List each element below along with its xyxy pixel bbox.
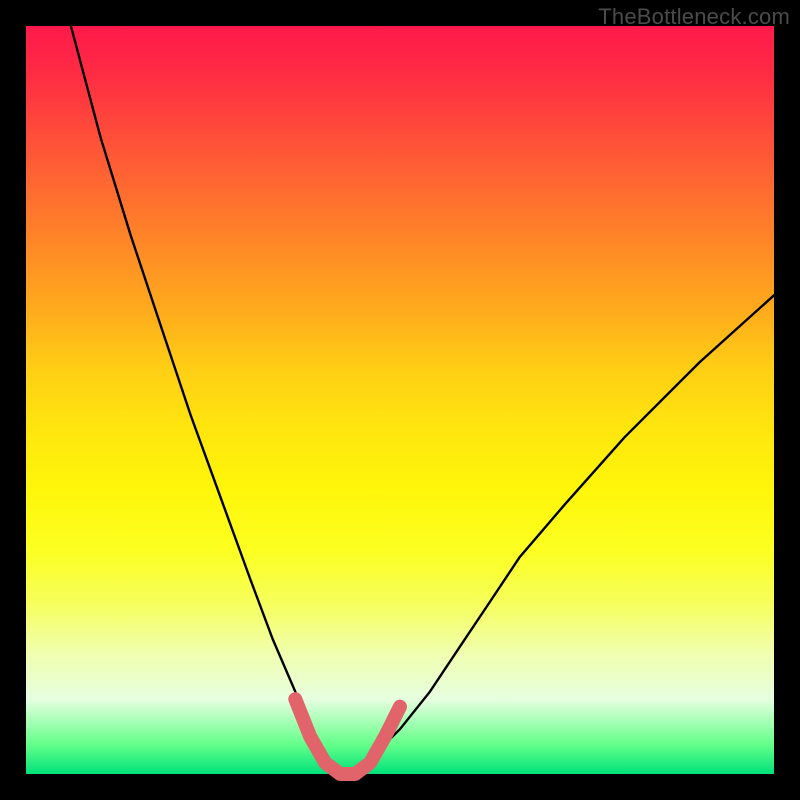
chart-frame: TheBottleneck.com [0, 0, 800, 800]
watermark-text: TheBottleneck.com [598, 4, 790, 30]
optimal-zone-highlight [295, 699, 400, 774]
plot-area [26, 26, 774, 774]
curve-layer [26, 26, 774, 774]
bottleneck-curve [71, 26, 774, 774]
